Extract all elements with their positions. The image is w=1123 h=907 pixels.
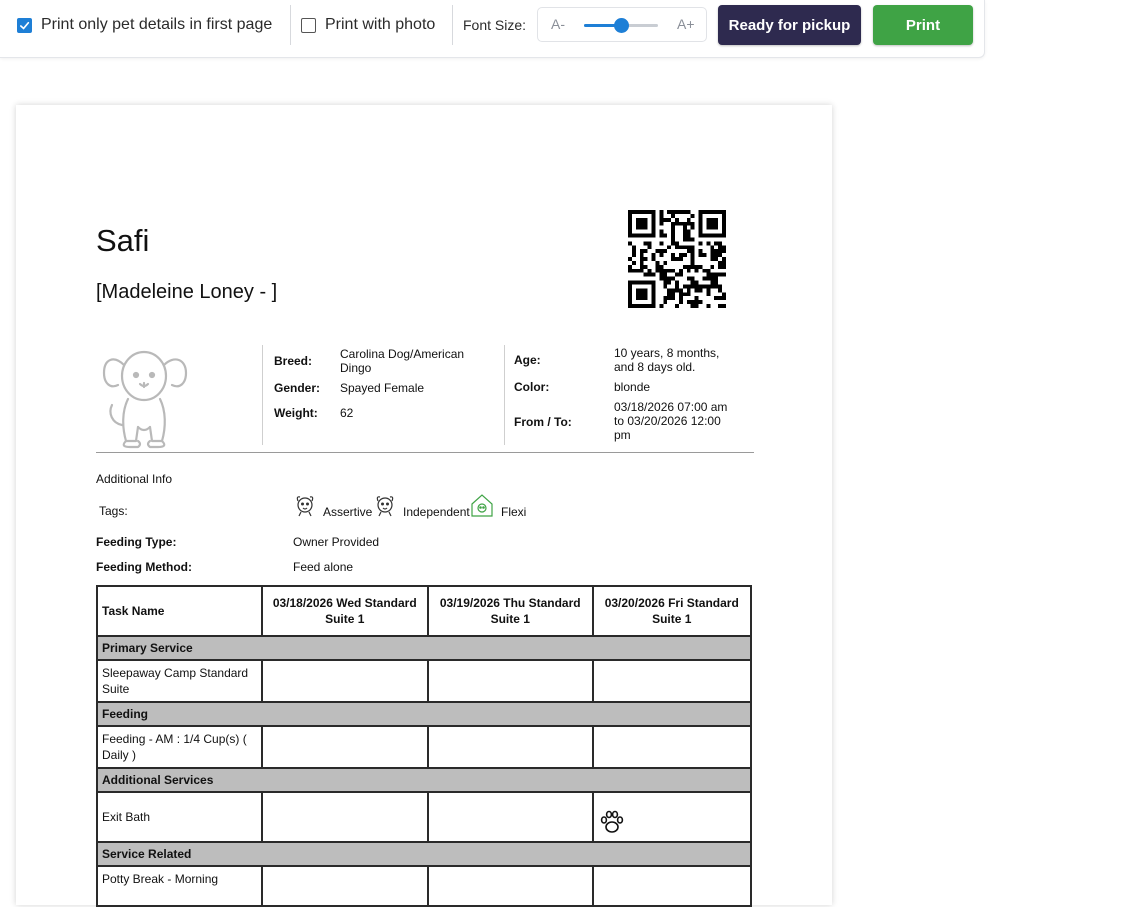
weight-label: Weight: bbox=[274, 406, 318, 420]
font-size-label: Font Size: bbox=[463, 17, 527, 33]
weight-value: 62 bbox=[340, 406, 354, 420]
task-cell bbox=[260, 659, 429, 703]
toolbar-divider bbox=[452, 5, 453, 45]
color-value: blonde bbox=[614, 380, 651, 394]
table-row: Potty Break - Morning bbox=[96, 865, 752, 907]
breed-value: Carolina Dog/American Dingo bbox=[340, 347, 465, 375]
task-table: Task Name 03/18/2026 Wed Standard Suite … bbox=[96, 585, 752, 907]
owner-name: [Madeleine Loney - ] bbox=[96, 281, 278, 303]
font-size-control: A- A+ bbox=[537, 7, 707, 42]
task-cell bbox=[427, 725, 594, 769]
age-label: Age: bbox=[514, 353, 541, 367]
print-button[interactable]: Print bbox=[873, 5, 973, 45]
header-day-3: 03/20/2026 Fri Standard Suite 1 bbox=[591, 585, 752, 637]
print-photo-label: Print with photo bbox=[325, 16, 436, 33]
task-cell bbox=[260, 865, 429, 907]
header-day-2: 03/19/2026 Thu Standard Suite 1 bbox=[427, 585, 594, 637]
section-title: Primary Service bbox=[96, 635, 752, 661]
dates-label: From / To: bbox=[514, 415, 572, 429]
print-preview-page: Safi [Madeleine Loney - ] Breed: Carolin… bbox=[16, 105, 832, 907]
task-cell bbox=[591, 791, 752, 843]
task-name-cell: Feeding - AM : 1/4 Cup(s) ( Daily ) bbox=[96, 725, 263, 769]
table-header-row: Task Name 03/18/2026 Wed Standard Suite … bbox=[96, 585, 752, 637]
feeding-type-label: Feeding Type: bbox=[96, 535, 177, 549]
print-photo-checkbox[interactable] bbox=[301, 17, 316, 33]
task-name-cell: Exit Bath bbox=[96, 791, 263, 843]
header-task-name: Task Name bbox=[96, 585, 263, 637]
task-cell bbox=[260, 725, 429, 769]
section-row: Primary Service bbox=[96, 635, 752, 661]
font-size-slider[interactable] bbox=[584, 18, 658, 33]
section-title: Additional Services bbox=[96, 767, 752, 793]
task-cell bbox=[427, 791, 594, 843]
dog-face-icon bbox=[296, 496, 314, 517]
details-divider bbox=[262, 345, 263, 445]
font-increase-button[interactable]: A+ bbox=[677, 16, 695, 32]
tag-independent: Independent bbox=[403, 505, 470, 519]
font-size-group: Font Size: bbox=[463, 0, 526, 50]
feeding-method-label: Feeding Method: bbox=[96, 560, 192, 574]
section-title: Feeding bbox=[96, 701, 752, 727]
table-row: Sleepaway Camp Standard Suite bbox=[96, 659, 752, 703]
task-cell bbox=[427, 865, 594, 907]
pet-name: Safi bbox=[96, 223, 150, 258]
font-decrease-button[interactable]: A- bbox=[551, 16, 565, 32]
task-name-cell: Sleepaway Camp Standard Suite bbox=[96, 659, 263, 703]
section-title: Service Related bbox=[96, 841, 752, 867]
dog-house-icon bbox=[471, 494, 493, 517]
section-row: Service Related bbox=[96, 841, 752, 867]
additional-info-heading: Additional Info bbox=[96, 472, 173, 486]
section-row: Feeding bbox=[96, 701, 752, 727]
details-divider bbox=[504, 345, 505, 445]
header-day-1: 03/18/2026 Wed Standard Suite 1 bbox=[260, 585, 429, 637]
task-cell bbox=[260, 791, 429, 843]
checkmark-icon bbox=[20, 21, 30, 30]
feeding-type-value: Owner Provided bbox=[293, 535, 380, 549]
task-name-cell: Potty Break - Morning bbox=[96, 865, 263, 907]
tags-label: Tags: bbox=[99, 504, 128, 518]
task-cell bbox=[427, 659, 594, 703]
section-row: Additional Services bbox=[96, 767, 752, 793]
dog-placeholder-icon bbox=[102, 350, 188, 449]
print-photo-option[interactable]: Print with photo bbox=[301, 0, 435, 50]
print-first-page-option[interactable]: Print only pet details in first page bbox=[17, 0, 272, 50]
ready-for-pickup-button[interactable]: Ready for pickup bbox=[718, 5, 861, 45]
qr-code bbox=[628, 210, 726, 308]
color-label: Color: bbox=[514, 380, 550, 394]
details-rule bbox=[96, 452, 754, 453]
tag-flexi: Flexi bbox=[501, 505, 527, 519]
age-value: 10 years, 8 months, and 8 days old. bbox=[614, 346, 720, 374]
task-cell bbox=[591, 725, 752, 769]
task-cell bbox=[591, 865, 752, 907]
task-cell bbox=[591, 659, 752, 703]
tag-assertive: Assertive bbox=[323, 505, 373, 519]
dates-value: 03/18/2026 07:00 am to 03/20/2026 12:00 … bbox=[614, 400, 728, 442]
paw-print-icon bbox=[600, 810, 623, 833]
gender-value: Spayed Female bbox=[340, 381, 425, 395]
print-first-page-label: Print only pet details in first page bbox=[41, 16, 273, 33]
dog-face-icon bbox=[376, 496, 394, 517]
slider-thumb[interactable] bbox=[614, 18, 629, 33]
print-toolbar: Print only pet details in first page Pri… bbox=[0, 0, 985, 58]
toolbar-divider bbox=[290, 5, 291, 45]
table-row: Exit Bath bbox=[96, 791, 752, 843]
gender-label: Gender: bbox=[274, 381, 321, 395]
feeding-method-value: Feed alone bbox=[293, 560, 354, 574]
table-row: Feeding - AM : 1/4 Cup(s) ( Daily ) bbox=[96, 725, 752, 769]
breed-label: Breed: bbox=[274, 354, 313, 368]
print-first-page-checkbox[interactable] bbox=[17, 17, 32, 33]
